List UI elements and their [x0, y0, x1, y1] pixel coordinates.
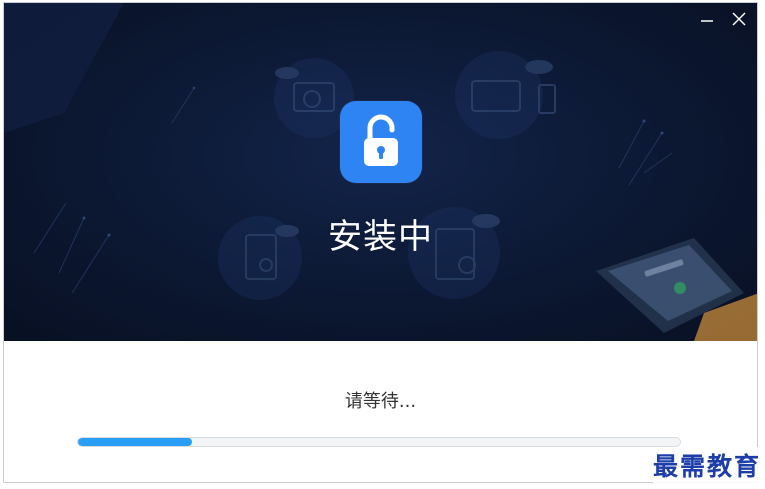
- close-button[interactable]: [731, 11, 747, 27]
- app-logo: [340, 101, 422, 183]
- status-text: 请等待...: [344, 391, 417, 412]
- hero-banner: 安装中: [4, 3, 757, 341]
- watermark: 最需教育: [652, 447, 761, 483]
- window-controls: [699, 11, 747, 27]
- installer-window: 安装中 请等待...: [3, 2, 758, 483]
- minimize-button[interactable]: [699, 11, 715, 27]
- install-progress-bar: [77, 437, 681, 447]
- footer-panel: 请等待...: [4, 341, 757, 482]
- unlocked-padlock-icon: [364, 114, 398, 166]
- minimize-icon: [701, 20, 713, 22]
- page-title: 安装中: [328, 217, 433, 257]
- progress-fill: [78, 438, 193, 446]
- close-icon: [732, 12, 746, 26]
